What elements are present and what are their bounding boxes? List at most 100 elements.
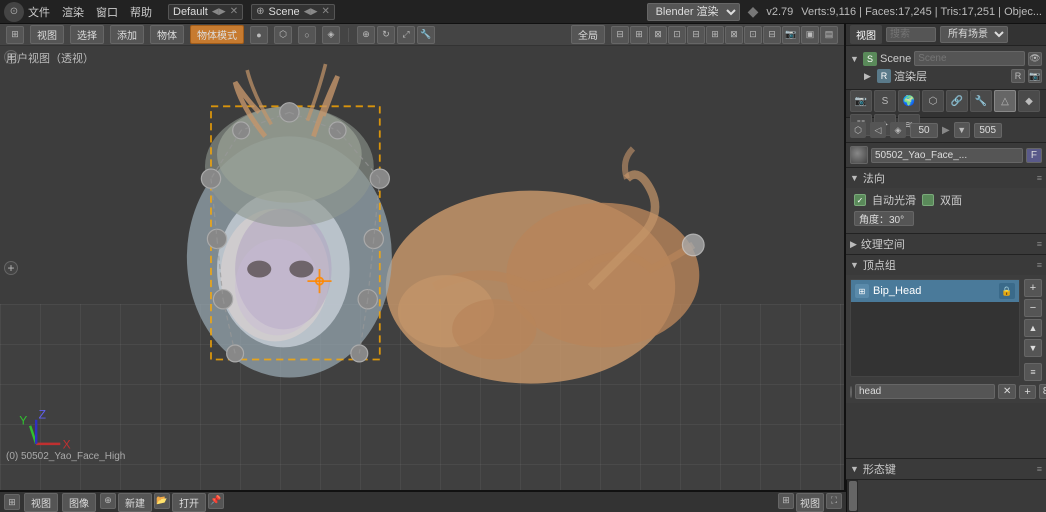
view-menu[interactable]: 视图 xyxy=(30,25,64,44)
mode-label: 物体模式 xyxy=(197,31,237,42)
new-btn[interactable]: 新建 xyxy=(118,493,152,512)
pc-filter-icon: ◈ xyxy=(890,122,906,138)
view-tab-r[interactable]: 视图 xyxy=(850,25,882,44)
object-prop-icon[interactable]: ⬡ xyxy=(922,90,944,112)
render-prop-icon[interactable]: 📷 xyxy=(850,90,872,112)
right-panel: 视图 所有场景 ▼ S Scene 👁 ▶ R 渲染层 R 📷 xyxy=(846,24,1046,512)
camera-icon[interactable]: 📷 xyxy=(782,26,800,44)
snap-icon[interactable]: 🔧 xyxy=(417,26,435,44)
grid-icon-5[interactable]: ⊟ xyxy=(687,26,705,44)
vg-add-btn[interactable]: + xyxy=(1024,279,1042,297)
data-prop-icon[interactable]: △ xyxy=(994,90,1016,112)
right-scrollbar[interactable] xyxy=(846,480,858,512)
vg-remove-btn[interactable]: − xyxy=(1024,299,1042,317)
view-btn-r[interactable]: ⊞ xyxy=(778,493,794,509)
workspace-arrows: ◀▶ xyxy=(212,6,226,17)
pc-filter-btn[interactable]: ▼ xyxy=(954,122,970,138)
normal-section-header[interactable]: ▼ 法向 ≡ xyxy=(846,168,1046,188)
add-menu[interactable]: 添加 xyxy=(110,25,144,44)
pc-num2[interactable] xyxy=(974,123,1002,138)
auto-smooth-checkbox[interactable]: ✓ xyxy=(854,194,866,206)
shape-keys-section: ▼ 形态键 ≡ xyxy=(846,459,1046,480)
image-tab[interactable]: 图像 xyxy=(62,493,96,512)
vg-section-header[interactable]: ▼ 顶点组 ≡ xyxy=(846,255,1046,275)
scene-icon: S xyxy=(863,52,877,66)
view-icon[interactable]: ⊞ xyxy=(6,26,24,44)
scene-dropdown[interactable]: 所有场景 xyxy=(940,26,1008,43)
scene-selector[interactable]: ⊕ Scene ◀▶ ✕ xyxy=(251,4,335,20)
grid-icon-8[interactable]: ⊡ xyxy=(744,26,762,44)
rotate-icon[interactable]: ↻ xyxy=(377,26,395,44)
uv-arrow: ▶ xyxy=(850,239,857,250)
toolbar-icons: ⊕ ↻ ⤢ 🔧 xyxy=(357,26,435,44)
properties-icon-bar: 📷 S 🌍 ⬡ 🔗 🔧 △ ◆ ☷ ✦ ≋ xyxy=(846,90,1046,118)
modifier-prop-icon[interactable]: 🔧 xyxy=(970,90,992,112)
view-dropdown[interactable]: 视图 xyxy=(796,493,824,512)
view-tab[interactable]: 视图 xyxy=(24,493,58,512)
file-menu[interactable]: 文件 xyxy=(28,4,50,20)
world-prop-icon[interactable]: 🌍 xyxy=(898,90,920,112)
grid-icon-1[interactable]: ⊟ xyxy=(611,26,629,44)
grid-icons: ⊟ ⊞ ⊠ ⊡ ⊟ ⊞ ⊠ ⊡ ⊟ 📷 ▣ ▤ xyxy=(611,26,838,44)
object-menu[interactable]: 物体 xyxy=(150,25,184,44)
weight-dropdown[interactable]: 8z▼ xyxy=(1039,384,1046,399)
view2-icon[interactable]: ▤ xyxy=(820,26,838,44)
pin-icon[interactable]: 📌 xyxy=(208,493,224,509)
vg-down-btn[interactable]: ▼ xyxy=(1024,339,1042,357)
weight-name-input[interactable] xyxy=(855,384,995,399)
search-input[interactable] xyxy=(886,27,936,42)
open-btn[interactable]: 打开 xyxy=(172,493,206,512)
scrollbar-thumb[interactable] xyxy=(849,481,857,511)
viewport-3d-area[interactable]: + + xyxy=(0,46,844,490)
new-icon[interactable]: ⊕ xyxy=(100,493,116,509)
scene-eye-icon[interactable]: 👁 xyxy=(1028,52,1042,66)
weight-plus-btn[interactable]: + xyxy=(1019,385,1035,399)
material-prop-icon[interactable]: ◆ xyxy=(1018,90,1040,112)
grid-icon-6[interactable]: ⊞ xyxy=(706,26,724,44)
vg-up-btn[interactable]: ▲ xyxy=(1024,319,1042,337)
bottom-icon-1[interactable]: ⊞ xyxy=(4,494,20,510)
uv-menu[interactable]: ≡ xyxy=(1037,239,1042,249)
window-menu[interactable]: 窗口 xyxy=(96,4,118,20)
workspace-x[interactable]: ✕ xyxy=(230,6,238,17)
scene-x[interactable]: ✕ xyxy=(322,6,330,17)
mode-selector[interactable]: 物体模式 xyxy=(190,25,244,44)
render2-icon[interactable]: ▣ xyxy=(801,26,819,44)
render-menu[interactable]: 渲染 xyxy=(62,4,84,20)
grid-icon-3[interactable]: ⊠ xyxy=(649,26,667,44)
vg-lock-icon[interactable]: 🔒 xyxy=(999,283,1015,299)
workspace-selector[interactable]: Default ◀▶ ✕ xyxy=(168,4,243,20)
constraint-prop-icon[interactable]: 🔗 xyxy=(946,90,968,112)
grid-icon-9[interactable]: ⊟ xyxy=(763,26,781,44)
grid-icon-2[interactable]: ⊞ xyxy=(630,26,648,44)
vg-extra-btn[interactable]: ≡ xyxy=(1024,363,1042,381)
engine-selector[interactable]: Blender 渲染 xyxy=(647,3,740,21)
weight-x-btn[interactable]: ✕ xyxy=(998,384,1016,399)
vg-menu[interactable]: ≡ xyxy=(1037,260,1042,270)
top-right-info: Blender 渲染 ◆ v2.79 Verts:9,116 | Faces:1… xyxy=(647,3,1042,21)
grid-icon-7[interactable]: ⊠ xyxy=(725,26,743,44)
move-icon[interactable]: ⊕ xyxy=(357,26,375,44)
scene-prop-icon[interactable]: S xyxy=(874,90,896,112)
two-sided-checkbox[interactable] xyxy=(922,194,934,206)
normal-menu[interactable]: ≡ xyxy=(1037,173,1042,183)
help-menu[interactable]: 帮助 xyxy=(130,4,152,20)
shape-keys-header[interactable]: ▼ 形态键 ≡ xyxy=(846,459,1046,479)
fullscreen-icon[interactable]: ⛶ xyxy=(826,493,842,509)
select-menu[interactable]: 选择 xyxy=(70,25,104,44)
open-icon[interactable]: 📂 xyxy=(154,493,170,509)
props-controls: ⬡ ◁ ◈ ▶ ▼ xyxy=(846,118,1046,143)
uv-section-header[interactable]: ▶ 纹理空间 ≡ xyxy=(846,234,1046,254)
vg-item-bip-head[interactable]: ⊞ Bip_Head 🔒 xyxy=(851,280,1019,302)
scale-icon[interactable]: ⤢ xyxy=(397,26,415,44)
grid-icon-4[interactable]: ⊡ xyxy=(668,26,686,44)
global-local[interactable]: 全局 xyxy=(571,25,605,44)
3d-viewport[interactable]: ⊞ 视图 选择 添加 物体 物体模式 ● ⬡ ○ ◈ ⊕ ↻ ⤢ 🔧 全局 xyxy=(0,24,846,512)
shapekeys-menu[interactable]: ≡ xyxy=(1037,464,1042,474)
pc-num1[interactable] xyxy=(910,123,938,138)
material-f-button[interactable]: F xyxy=(1026,148,1042,163)
angle-input[interactable] xyxy=(854,211,914,226)
scene-input[interactable] xyxy=(914,51,1025,66)
blender-icon: ⊙ xyxy=(4,2,24,22)
sphere-icon[interactable]: ● xyxy=(250,26,268,44)
